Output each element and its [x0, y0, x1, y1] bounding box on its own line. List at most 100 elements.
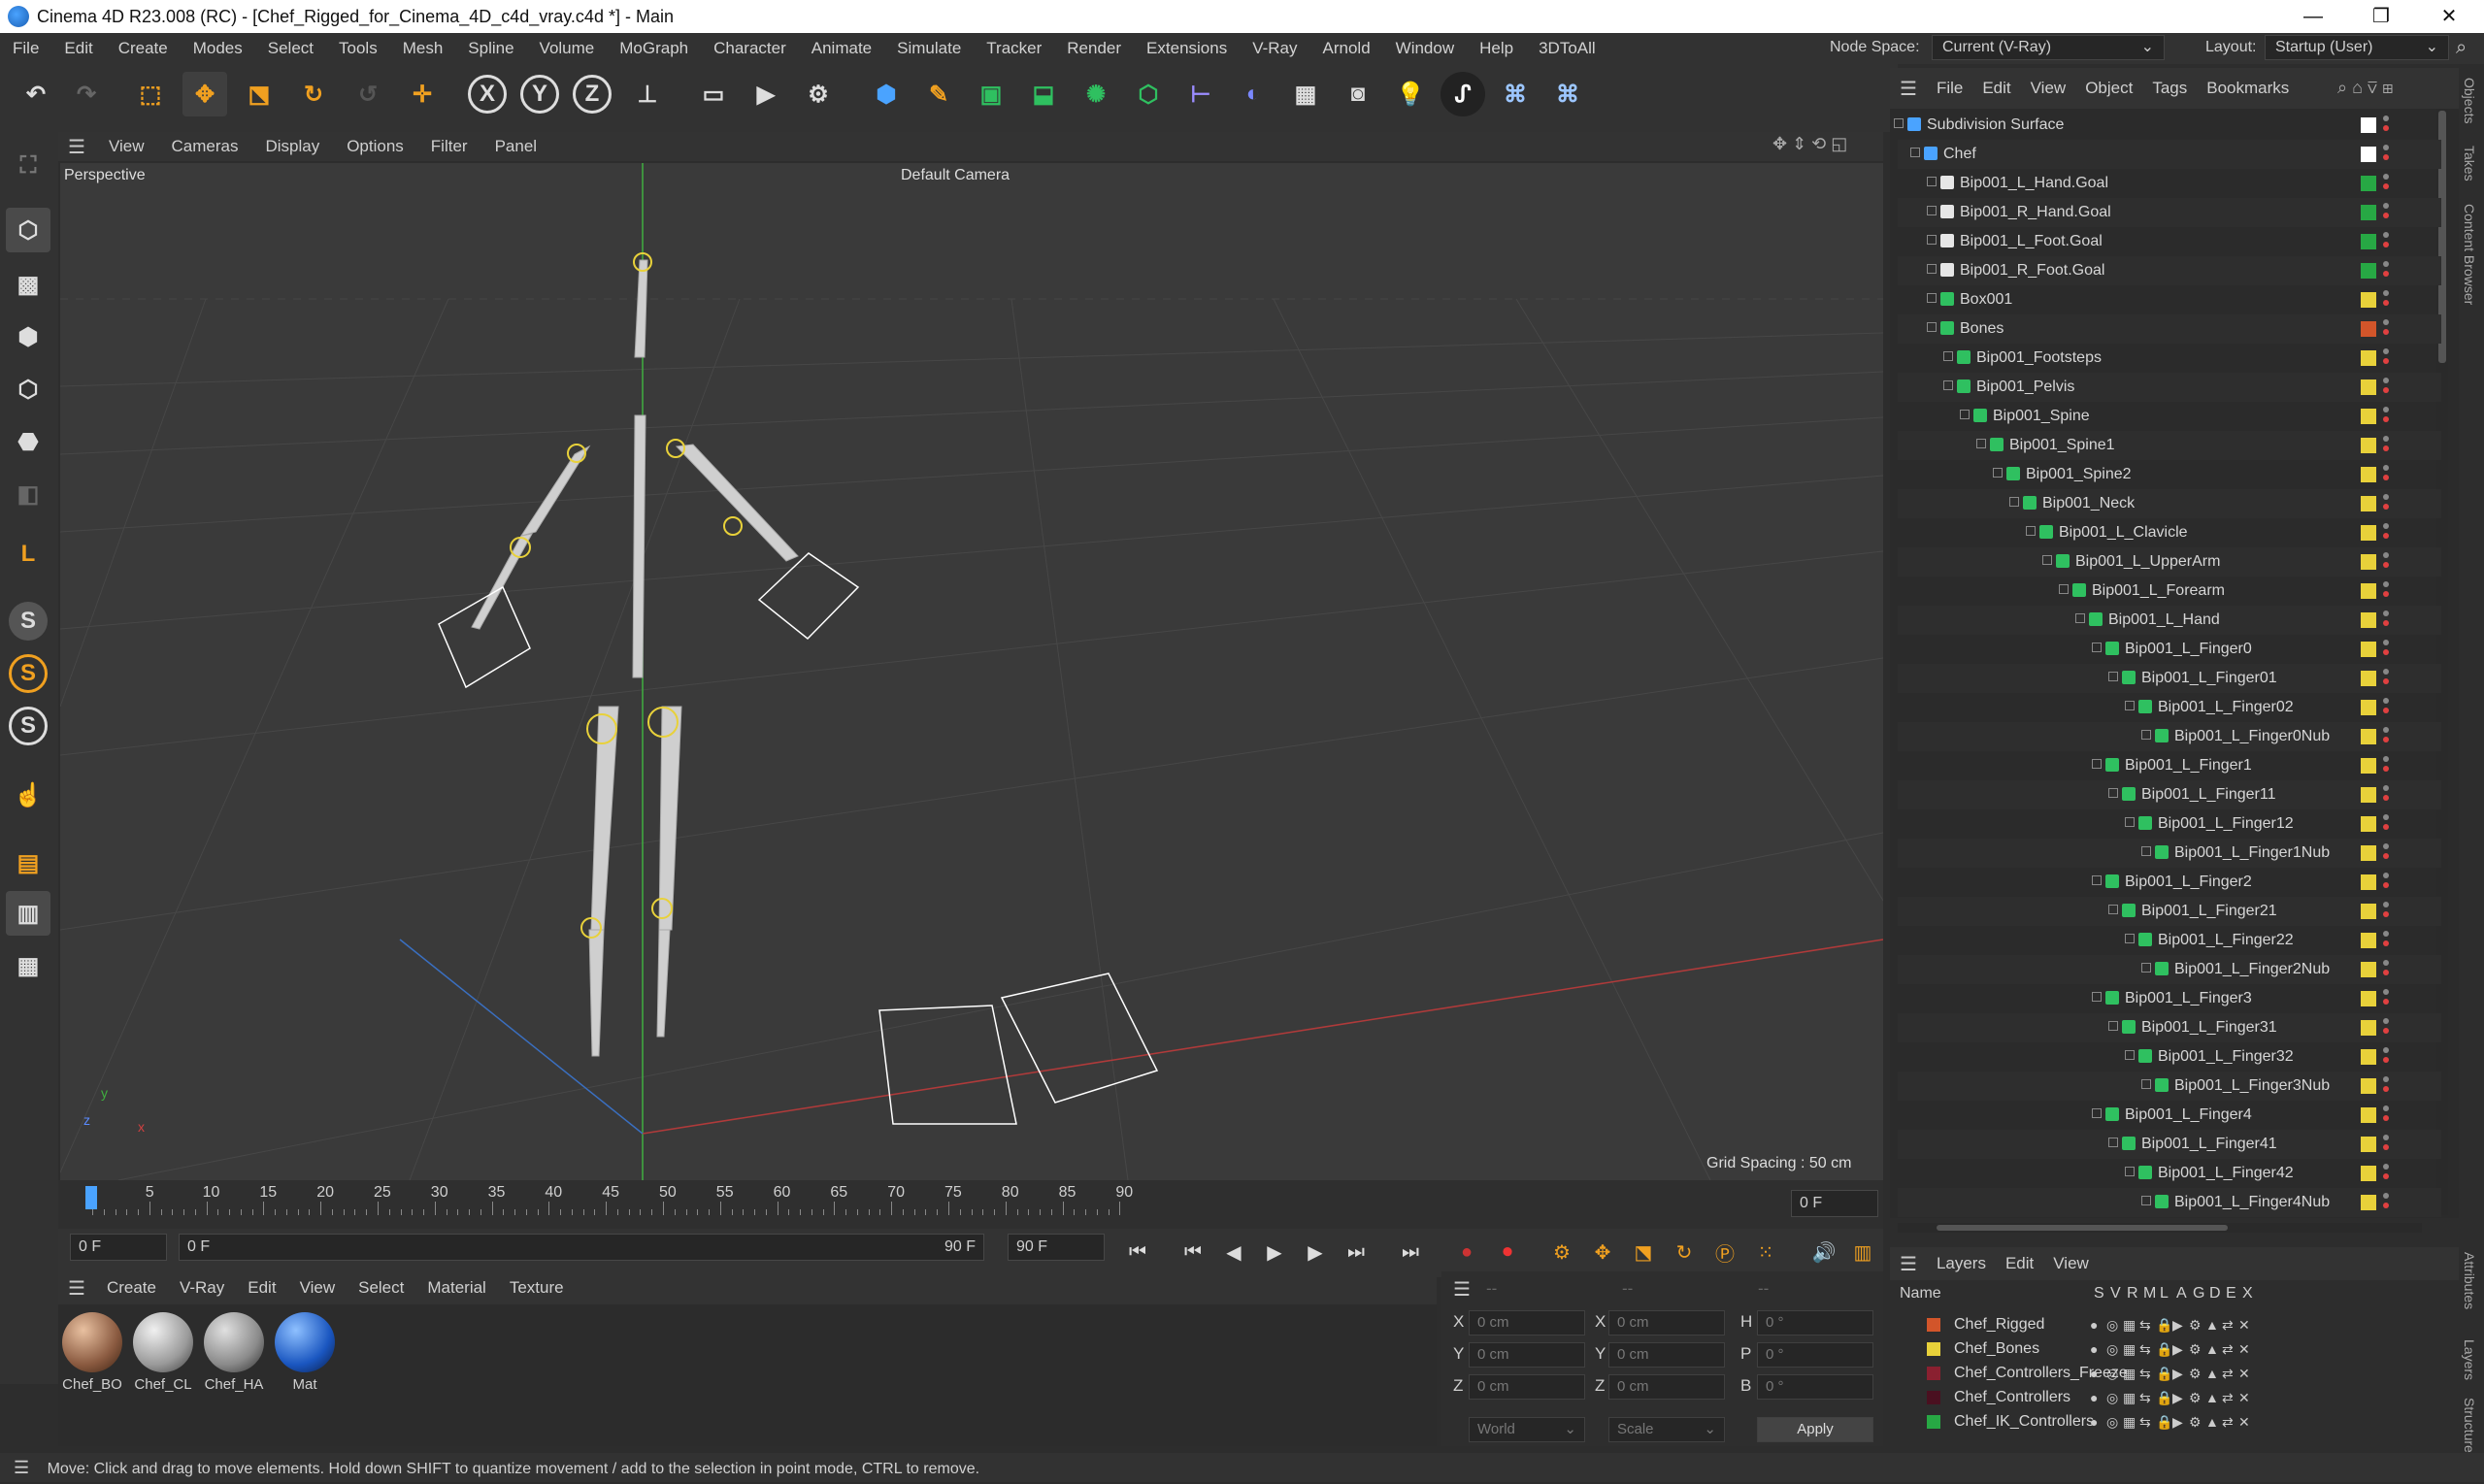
hamburger-icon[interactable]: ☰ — [0, 1458, 43, 1477]
object-row[interactable]: Chef — [1898, 140, 2441, 169]
material-menu-view[interactable]: View — [288, 1278, 348, 1298]
locked-workplane-icon[interactable]: ▥ — [6, 891, 50, 936]
layer-flag-icon[interactable]: ✕ — [2238, 1336, 2250, 1362]
layer-color-tag[interactable] — [2361, 117, 2376, 133]
floor-object-icon[interactable]: ▦ — [1283, 72, 1328, 116]
editor-visibility-dot[interactable] — [2383, 989, 2389, 995]
layer-color-tag[interactable] — [2361, 467, 2376, 482]
expand-toggle-icon[interactable] — [2141, 1079, 2151, 1089]
expand-toggle-icon[interactable] — [2108, 905, 2118, 914]
hamburger-icon[interactable]: ☰ — [1890, 1252, 1927, 1276]
editor-visibility-dot[interactable] — [2383, 1105, 2389, 1111]
minimize-button[interactable]: — — [2279, 0, 2347, 33]
layer-color-tag[interactable] — [2361, 612, 2376, 628]
playhead-marker[interactable] — [85, 1186, 97, 1209]
key-position-icon[interactable]: ✥ — [1586, 1236, 1619, 1269]
render-visibility-dot[interactable] — [2383, 183, 2389, 189]
object-row[interactable]: Bip001_L_Forearm — [1898, 577, 2441, 606]
object-row[interactable]: Bones — [1898, 314, 2441, 344]
render-visibility-dot[interactable] — [2383, 1057, 2389, 1063]
visibility-dots-icon[interactable] — [2383, 1047, 2389, 1067]
layer-flag-icon[interactable]: ⚙ — [2189, 1312, 2202, 1337]
visibility-dots-icon[interactable] — [2383, 1193, 2389, 1212]
layer-color-tag[interactable] — [2361, 991, 2376, 1006]
layer-flag-icon[interactable]: 🔒 — [2156, 1361, 2172, 1386]
layer-color-tag[interactable] — [2361, 729, 2376, 744]
layer-flag-icon[interactable]: ⚙ — [2189, 1409, 2202, 1435]
editor-visibility-dot[interactable] — [2383, 494, 2389, 500]
layer-flag-icon[interactable]: ⇄ — [2222, 1312, 2234, 1337]
layer-flag-icon[interactable]: ▦ — [2123, 1336, 2136, 1362]
layer-flag-icon[interactable]: 🔒 — [2156, 1409, 2172, 1435]
visibility-dots-icon[interactable] — [2383, 378, 2389, 397]
render-visibility-dot[interactable] — [2383, 678, 2389, 684]
menu-select[interactable]: Select — [255, 39, 326, 58]
editor-visibility-dot[interactable] — [2383, 1076, 2389, 1082]
volume-builder-icon[interactable]: ⬡ — [1126, 72, 1171, 116]
object-menu-tags[interactable]: Tags — [2142, 79, 2197, 98]
layer-color-swatch[interactable] — [1927, 1391, 1940, 1404]
layer-color-tag[interactable] — [2361, 787, 2376, 803]
material-menu-material[interactable]: Material — [415, 1278, 497, 1298]
camera-name[interactable]: Default Camera — [901, 167, 1010, 184]
layer-color-tag[interactable] — [2361, 525, 2376, 541]
object-row[interactable]: Bip001_L_Finger01 — [1898, 664, 2441, 693]
layer-color-tag[interactable] — [2361, 816, 2376, 832]
expand-toggle-icon[interactable] — [1927, 322, 1937, 332]
layer-column-g[interactable]: G — [2193, 1285, 2204, 1303]
visibility-dots-icon[interactable] — [2383, 931, 2389, 950]
layer-color-tag[interactable] — [2361, 321, 2376, 337]
editor-visibility-dot[interactable] — [2383, 523, 2389, 529]
light-icon[interactable]: 💡 — [1388, 72, 1433, 116]
layer-menu-layers[interactable]: Layers — [1927, 1254, 1996, 1273]
layer-color-tag[interactable] — [2361, 147, 2376, 162]
layer-color-tag[interactable] — [2361, 874, 2376, 890]
layer-flag-icon[interactable]: ● — [2090, 1409, 2098, 1435]
layer-flag-icon[interactable]: ◎ — [2106, 1409, 2118, 1435]
menu-character[interactable]: Character — [701, 39, 799, 58]
layout-select[interactable]: Startup (User) ⌄ — [2265, 35, 2449, 60]
layer-flag-icon[interactable]: ⇆ — [2139, 1385, 2151, 1410]
object-menu-file[interactable]: File — [1927, 79, 1972, 98]
visibility-dots-icon[interactable] — [2383, 581, 2389, 601]
object-row[interactable]: Bip001_L_Finger11 — [1898, 780, 2441, 809]
layer-color-swatch[interactable] — [1927, 1415, 1940, 1429]
texture-mode-icon[interactable]: ▩ — [6, 262, 50, 307]
material-menu-texture[interactable]: Texture — [498, 1278, 576, 1298]
object-row[interactable]: Bip001_L_Finger02 — [1898, 693, 2441, 722]
expand-toggle-icon[interactable] — [2026, 526, 2036, 536]
timeline-ruler[interactable]: 051015202530354045505560657075808590 — [58, 1180, 1883, 1229]
layer-flag-icon[interactable]: ✕ — [2238, 1361, 2250, 1386]
side-tab-attributes[interactable]: Attributes — [2462, 1252, 2477, 1309]
layer-flag-icon[interactable]: ⇆ — [2139, 1312, 2151, 1337]
menu-window[interactable]: Window — [1383, 39, 1467, 58]
expand-toggle-icon[interactable] — [2092, 992, 2102, 1002]
layer-color-tag[interactable] — [2361, 642, 2376, 657]
visibility-dots-icon[interactable] — [2383, 1105, 2389, 1125]
editor-visibility-dot[interactable] — [2383, 145, 2389, 150]
menu-volume[interactable]: Volume — [527, 39, 608, 58]
editor-visibility-dot[interactable] — [2383, 785, 2389, 791]
object-row[interactable]: Bip001_Spine2 — [1898, 460, 2441, 489]
subdivision-generator-icon[interactable]: ▣ — [969, 72, 1013, 116]
object-row[interactable]: Bip001_Spine — [1898, 402, 2441, 431]
vray-icon[interactable]: ᔑ — [1441, 72, 1485, 116]
layer-color-tag[interactable] — [2361, 904, 2376, 919]
object-row[interactable]: Bip001_L_Finger42 — [1898, 1159, 2441, 1188]
object-row[interactable]: Bip001_L_Finger21 — [1898, 897, 2441, 926]
x-axis-lock-icon[interactable]: X — [468, 75, 507, 114]
layer-color-tag[interactable] — [2361, 962, 2376, 977]
render-visibility-dot[interactable] — [2383, 358, 2389, 364]
expand-toggle-icon[interactable] — [2009, 497, 2019, 507]
range-slider[interactable]: 0 F 90 F — [179, 1234, 984, 1261]
layer-flag-icon[interactable]: ▦ — [2123, 1385, 2136, 1410]
visibility-dots-icon[interactable] — [2383, 960, 2389, 979]
make-editable-icon[interactable]: ⛶ — [6, 144, 50, 188]
editor-visibility-dot[interactable] — [2383, 640, 2389, 645]
expand-toggle-icon[interactable] — [2108, 672, 2118, 681]
layer-color-tag[interactable] — [2361, 1166, 2376, 1181]
layer-flag-icon[interactable]: ⇆ — [2139, 1336, 2151, 1362]
visibility-dots-icon[interactable] — [2383, 348, 2389, 368]
layer-color-tag[interactable] — [2361, 700, 2376, 715]
editor-visibility-dot[interactable] — [2383, 1164, 2389, 1170]
